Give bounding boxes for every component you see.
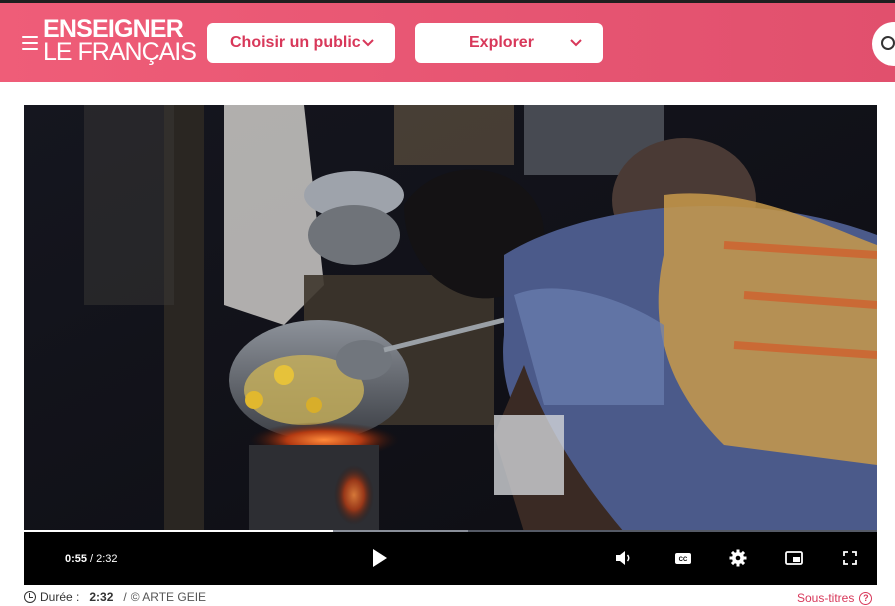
chevron-down-icon xyxy=(570,39,582,47)
picture-in-picture-icon[interactable] xyxy=(781,545,807,571)
current-time: 0:55 xyxy=(65,553,88,565)
subtitles-link[interactable]: Sous-titres ? xyxy=(797,591,873,605)
duration-value: 2:32 xyxy=(89,590,114,604)
logo-line-2: LE FRANÇAIS xyxy=(43,38,197,66)
time-separator: / xyxy=(90,553,94,565)
site-logo[interactable]: ENSEIGNER LE FRANÇAIS xyxy=(43,17,197,66)
chevron-down-icon xyxy=(362,39,374,47)
svg-text:CC: CC xyxy=(679,557,688,563)
closed-captions-icon[interactable]: CC xyxy=(670,545,696,571)
time-display: 0:55/2:32 xyxy=(65,553,118,565)
clock-icon xyxy=(24,591,36,603)
meta-separator: / xyxy=(123,590,127,604)
fullscreen-icon[interactable] xyxy=(837,545,863,571)
explore-dropdown[interactable]: Explorer xyxy=(415,23,603,63)
video-player[interactable]: 0:55/2:32 CC xyxy=(24,105,877,585)
duration-label: Durée : xyxy=(40,590,80,604)
choose-audience-label: Choisir un public xyxy=(230,34,361,51)
settings-gear-icon[interactable] xyxy=(725,545,751,571)
site-header: ENSEIGNER LE FRANÇAIS Choisir un public … xyxy=(0,3,895,82)
video-frame[interactable] xyxy=(24,105,877,532)
choose-audience-dropdown[interactable]: Choisir un public xyxy=(207,23,395,63)
search-button[interactable] xyxy=(872,22,895,66)
player-controls: 0:55/2:32 CC xyxy=(24,532,877,585)
search-icon xyxy=(881,36,895,50)
total-duration: 2:32 xyxy=(96,553,118,565)
play-icon[interactable] xyxy=(366,545,392,571)
help-icon: ? xyxy=(859,591,873,605)
hamburger-icon[interactable] xyxy=(22,36,38,50)
volume-icon[interactable] xyxy=(611,545,637,571)
video-meta: Durée : 2:32 / © ARTE GEIE xyxy=(24,590,206,604)
subtitles-label: Sous-titres xyxy=(797,591,855,605)
explore-label: Explorer xyxy=(469,34,534,51)
copyright-credit: © ARTE GEIE xyxy=(130,590,207,604)
